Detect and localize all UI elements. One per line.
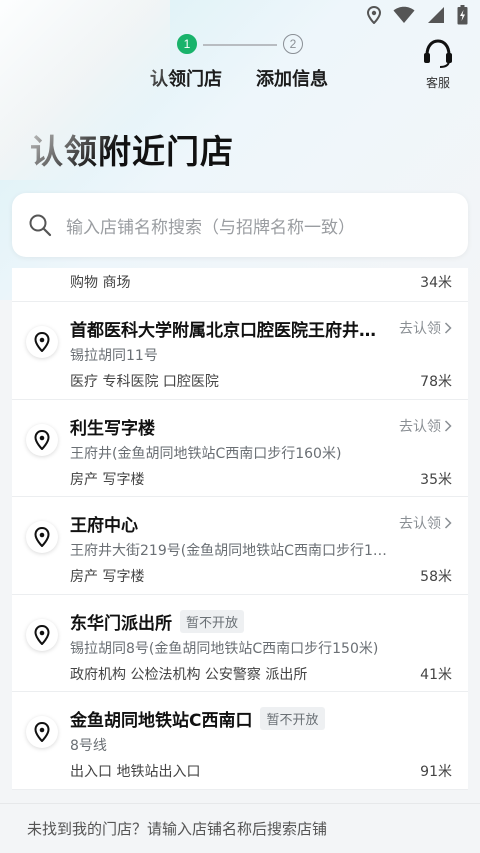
location-pin-icon [26, 716, 58, 748]
chevron-right-icon [444, 419, 452, 432]
battery-status-icon [457, 5, 468, 25]
store-name-group: 东华门派出所 暂不开放 [70, 609, 245, 634]
store-name: 东华门派出所 [70, 613, 172, 634]
search-icon [29, 214, 52, 237]
customer-service-label: 客服 [425, 76, 450, 90]
search-placeholder: 输入店铺名称搜索（与招牌名称一致） [66, 217, 355, 238]
store-name: 王府中心 [70, 516, 138, 536]
store-category: 房产 写字楼 [70, 569, 145, 585]
store-distance: 91米 [420, 764, 452, 780]
store-address: 锡拉胡同8号(金鱼胡同地铁站C西南口步行150米) [70, 640, 379, 657]
store-row[interactable]: 东华门派出所 暂不开放 锡拉胡同8号(金鱼胡同地铁站C西南口步行150米) 政府机… [12, 594, 468, 692]
store-name-group: 金鱼胡同地铁站C西南口 暂不开放 [70, 706, 325, 731]
step-2-label: 添加信息 [256, 69, 328, 90]
store-address: 锡拉胡同11号 [70, 348, 158, 364]
step-2-indicator: 2 [283, 34, 303, 54]
store-distance: 34米 [420, 275, 452, 291]
store-name: 金鱼胡同地铁站C西南口 [70, 711, 253, 731]
store-list[interactable]: 购物 商场 34米 首都医科大学附属北京口腔医院王府井院区 去认领 锡拉胡同11… [12, 268, 468, 790]
store-address: 王府井大街219号(金鱼胡同地铁站C西南口步行120米) [70, 543, 390, 559]
location-pin-icon [26, 618, 58, 651]
location-status-icon [367, 6, 381, 24]
status-badge: 暂不开放 [180, 609, 245, 633]
claim-button[interactable]: 去认领 [399, 513, 452, 533]
store-category: 医疗 专科医院 口腔医院 [70, 374, 219, 390]
store-address: 王府井(金鱼胡同地铁站C西南口步行160米) [70, 445, 342, 462]
store-name: 首都医科大学附属北京口腔医院王府井院区 [70, 321, 385, 341]
store-category: 出入口 地铁站出入口 [70, 764, 201, 780]
customer-service-button[interactable]: 客服 [418, 38, 458, 91]
corner-overlay [0, 0, 170, 180]
chevron-right-icon [444, 322, 452, 334]
store-distance: 41米 [420, 666, 452, 683]
claim-button[interactable]: 去认领 [399, 416, 452, 436]
claim-label: 去认领 [399, 418, 441, 435]
store-row[interactable]: 王府中心 去认领 王府井大街219号(金鱼胡同地铁站C西南口步行120米) 房产… [12, 497, 468, 595]
store-name: 利生写字楼 [70, 418, 155, 439]
location-pin-icon [26, 326, 58, 358]
progress-steps: 1 2 认领门店 添加信息 [150, 34, 350, 94]
store-distance: 58米 [420, 569, 452, 585]
store-category: 房产 写字楼 [70, 471, 145, 488]
step-connector [203, 44, 277, 46]
claim-label: 去认领 [399, 321, 441, 337]
claim-label: 去认领 [399, 516, 441, 532]
signal-status-icon [428, 7, 444, 23]
location-pin-icon [26, 423, 58, 456]
store-row[interactable]: 利生写字楼 去认领 王府井(金鱼胡同地铁站C西南口步行160米) 房产 写字楼 … [12, 399, 468, 497]
claim-button[interactable]: 去认领 [399, 318, 452, 338]
store-row[interactable]: 购物 商场 34米 [12, 268, 468, 302]
location-pin-icon [26, 521, 58, 553]
status-badge: 暂不开放 [260, 707, 325, 730]
chevron-right-icon [444, 517, 452, 529]
store-category: 购物 商场 [70, 275, 131, 291]
headset-icon [424, 39, 452, 68]
footer-hint-text: 未找到我的门店？请输入店铺名称后搜索店铺 [27, 820, 328, 838]
footer-hint[interactable]: 未找到我的门店？请输入店铺名称后搜索店铺 [0, 803, 480, 853]
store-distance: 35米 [420, 471, 452, 488]
store-distance: 78米 [420, 374, 452, 390]
store-row[interactable]: 首都医科大学附属北京口腔医院王府井院区 去认领 锡拉胡同11号 医疗 专科医院 … [12, 302, 468, 400]
search-input[interactable]: 输入店铺名称搜索（与招牌名称一致） [12, 193, 468, 257]
store-address: 8号线 [70, 738, 107, 754]
step-1-indicator: 1 [177, 34, 197, 54]
store-category: 政府机构 公检法机构 公安警察 派出所 [70, 666, 308, 683]
wifi-status-icon [393, 6, 415, 23]
store-row[interactable]: 金鱼胡同地铁站C西南口 暂不开放 8号线 出入口 地铁站出入口 91米 [12, 692, 468, 790]
